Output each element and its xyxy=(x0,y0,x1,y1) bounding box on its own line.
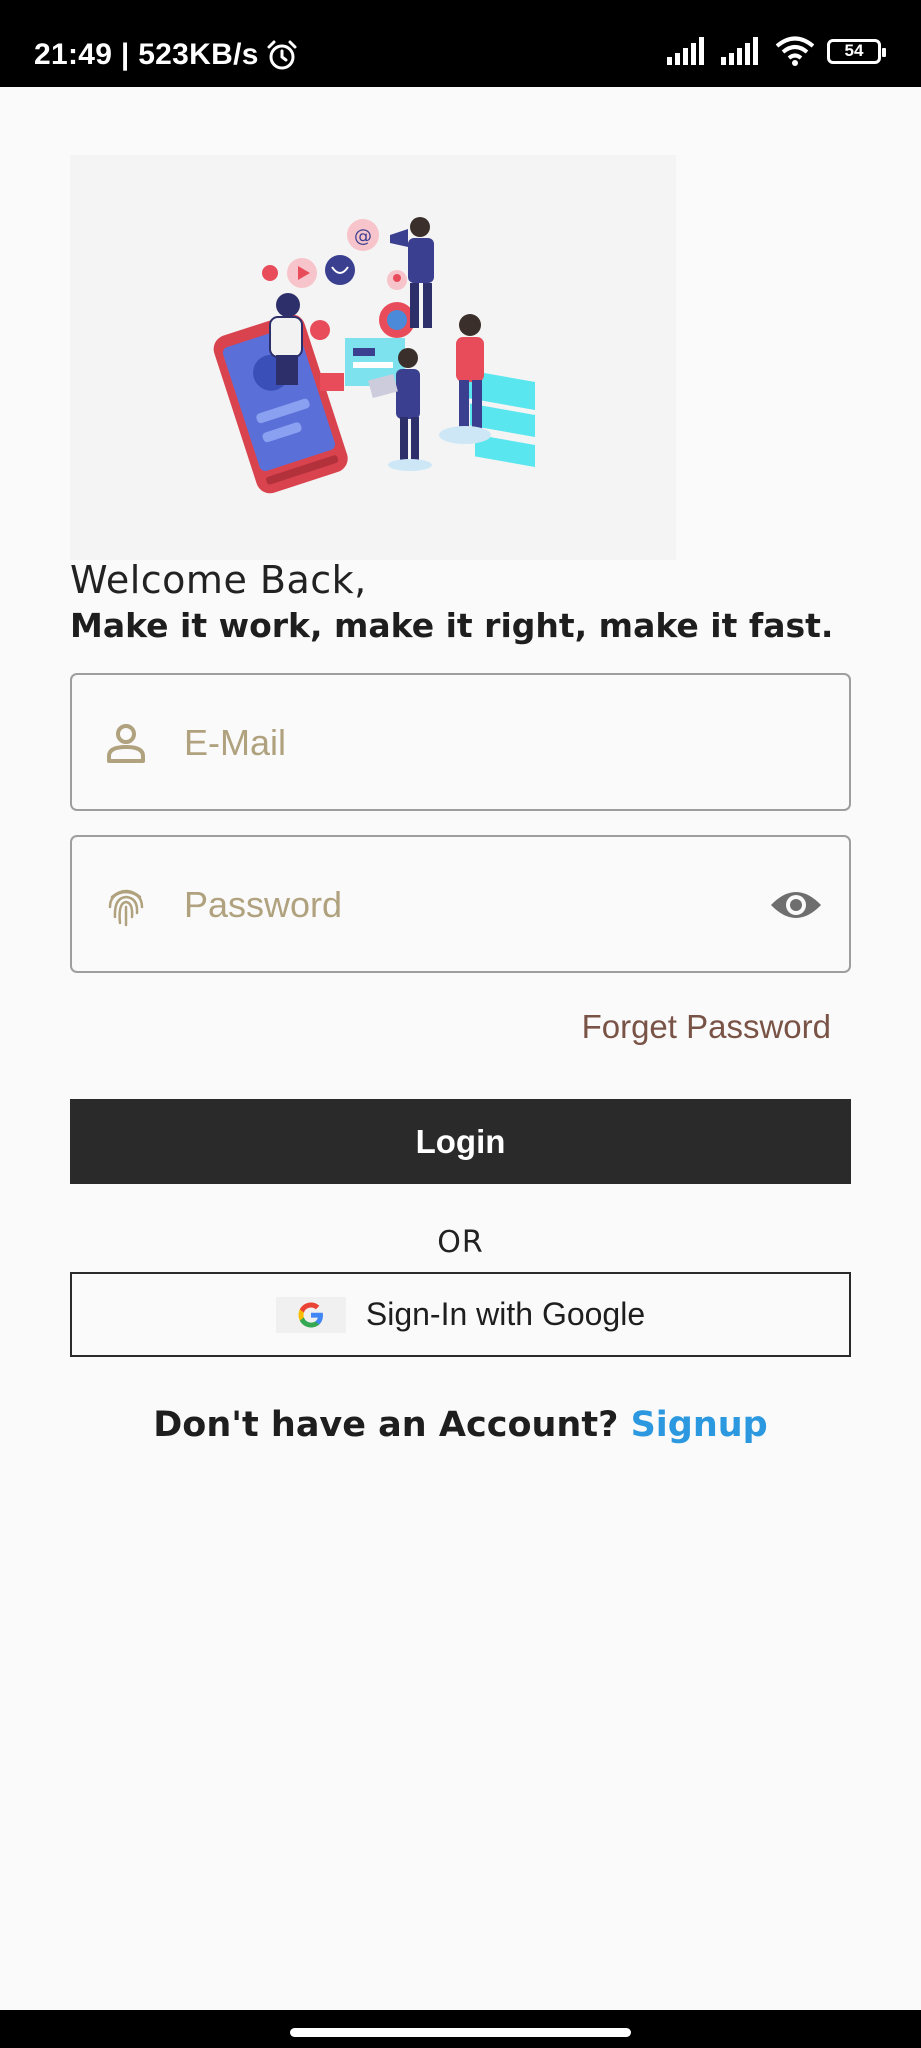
status-time-text: 21:49 | 523KB/s xyxy=(34,38,259,71)
eye-icon[interactable] xyxy=(769,883,823,927)
battery-icon: 54 xyxy=(827,38,886,64)
google-icon xyxy=(298,1302,323,1327)
password-input[interactable] xyxy=(184,867,744,943)
wifi-icon xyxy=(775,36,815,66)
password-field[interactable] xyxy=(70,835,851,973)
status-icons: 54 xyxy=(667,36,886,66)
fingerprint-icon xyxy=(108,889,144,927)
signup-row: Don't have an Account? Signup xyxy=(0,1405,921,1445)
svg-text:@: @ xyxy=(354,226,372,247)
email-field[interactable] xyxy=(70,673,851,811)
status-bar: 21:49 | 523KB/s 54 xyxy=(0,0,921,87)
hero-illustration: @ xyxy=(70,155,676,560)
email-input[interactable] xyxy=(184,705,744,781)
status-time: 21:49 | 523KB/s xyxy=(34,38,299,72)
signup-prompt: Don't have an Account? xyxy=(153,1405,631,1445)
google-logo-box xyxy=(275,1296,346,1333)
social-media-illustration: @ xyxy=(213,217,535,494)
or-divider: OR xyxy=(437,1225,484,1260)
signup-link[interactable]: Signup xyxy=(631,1405,768,1445)
google-signin-button[interactable]: Sign-In with Google xyxy=(70,1272,851,1357)
navigation-bar xyxy=(0,2010,921,2048)
person-icon xyxy=(107,724,145,763)
alarm-icon xyxy=(267,40,297,70)
welcome-tagline: Make it work, make it right, make it fas… xyxy=(70,606,834,645)
google-signin-label: Sign-In with Google xyxy=(365,1296,646,1332)
signal-icon xyxy=(721,37,758,65)
home-gesture-handle[interactable] xyxy=(290,2028,631,2037)
login-button[interactable]: Login xyxy=(70,1099,851,1184)
welcome-greeting: Welcome Back, xyxy=(70,558,367,602)
forget-password-link[interactable]: Forget Password xyxy=(582,1008,831,1046)
signal-icon xyxy=(667,37,704,65)
battery-level: 54 xyxy=(844,41,864,60)
